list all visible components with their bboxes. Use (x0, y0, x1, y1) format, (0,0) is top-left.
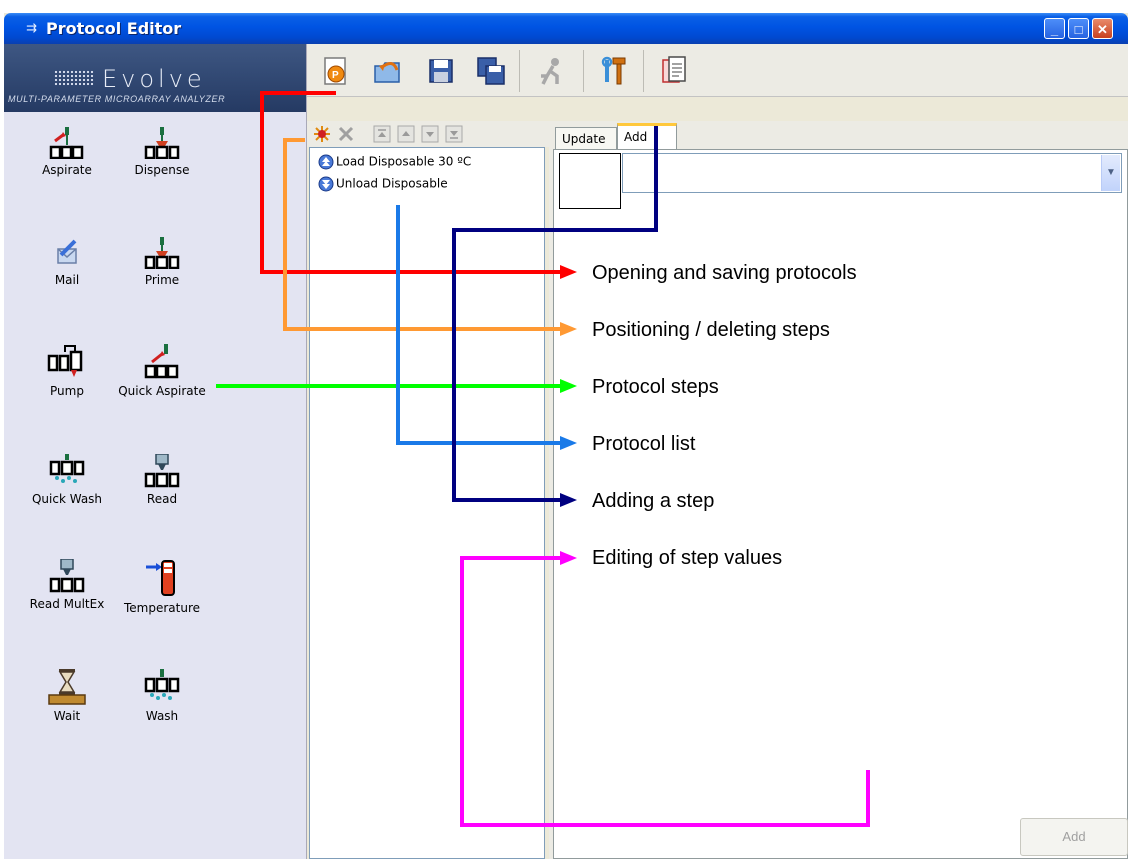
settings-tools-icon[interactable] (597, 54, 631, 88)
add-button[interactable]: Add (1020, 818, 1128, 856)
close-button[interactable]: ✕ (1092, 18, 1113, 39)
report-icon[interactable] (657, 54, 691, 88)
tool-label: Wait (53, 709, 81, 723)
move-bottom-icon[interactable] (445, 125, 463, 143)
list-item-label: Unload Disposable (336, 176, 448, 191)
brand-subtitle: MULTI-PARAMETER MICROARRAY ANALYZER (8, 94, 226, 104)
list-item[interactable]: Load Disposable 30 ºC (318, 154, 471, 172)
tool-quick-wash[interactable]: Quick Wash (17, 454, 117, 506)
callout-protocol-steps: Protocol steps (592, 376, 719, 398)
tools-sidebar: Evolve MULTI-PARAMETER MICROARRAY ANALYZ… (4, 44, 307, 859)
new-protocol-icon[interactable]: P (319, 54, 353, 88)
brand-name: Evolve (102, 65, 206, 93)
tool-label: Dispense (134, 163, 190, 177)
tool-prime[interactable]: Prime (112, 237, 212, 287)
callout-positioning-deleting: Positioning / deleting steps (592, 319, 830, 341)
callout-protocol-list: Protocol list (592, 433, 696, 455)
tool-label: Pump (50, 384, 84, 398)
wait-icon (48, 669, 86, 705)
tool-label: Read (146, 492, 178, 506)
tool-label: Quick Wash (31, 492, 103, 506)
tool-quick-aspirate[interactable]: Quick Aspirate (112, 344, 212, 398)
prime-icon (144, 237, 180, 269)
main-toolbar: P (307, 44, 1128, 97)
toolbar-separator (583, 50, 584, 92)
list-item-label: Load Disposable 30 ºC (336, 154, 472, 169)
wash-icon (144, 669, 180, 700)
app-icon: ⇉ (26, 21, 37, 36)
save-icon[interactable] (424, 54, 458, 88)
move-top-icon[interactable] (373, 125, 391, 143)
read-icon (144, 454, 180, 488)
unload-icon (318, 176, 334, 192)
tool-label: Read MultEx (29, 597, 105, 611)
move-up-icon[interactable] (397, 125, 415, 143)
open-protocol-icon[interactable] (371, 54, 405, 88)
tool-wash[interactable]: Wash (112, 669, 212, 723)
tool-read-multex[interactable]: Read MultEx (17, 559, 117, 611)
tool-label: Prime (144, 273, 180, 287)
quick-aspirate-icon (144, 344, 179, 379)
tool-dispense[interactable]: Dispense (112, 127, 212, 177)
dispense-icon (144, 127, 180, 159)
tool-label: Wash (145, 709, 179, 723)
load-icon (318, 154, 334, 170)
protocol-list[interactable]: Load Disposable 30 ºC Unload Disposable (309, 147, 545, 859)
temperature-icon (146, 560, 175, 596)
aspirate-icon (49, 127, 84, 159)
move-down-icon[interactable] (421, 125, 439, 143)
brand-banner: Evolve MULTI-PARAMETER MICROARRAY ANALYZ… (4, 44, 306, 112)
tool-temperature[interactable]: Temperature (112, 559, 212, 615)
tab-update[interactable]: Update (555, 127, 617, 149)
delete-step-icon[interactable] (337, 125, 355, 143)
tool-pump[interactable]: Pump (17, 344, 117, 398)
callout-adding-step: Adding a step (592, 490, 715, 512)
tool-label: Quick Aspirate (118, 384, 206, 398)
tab-add[interactable]: Add (617, 123, 677, 149)
mail-icon (57, 239, 77, 264)
tool-aspirate[interactable]: Aspirate (17, 127, 117, 177)
title-bar[interactable]: ⇉ Protocol Editor _ □ ✕ (4, 13, 1128, 44)
chevron-down-icon[interactable]: ▼ (1101, 155, 1120, 191)
tool-label: Mail (54, 273, 80, 287)
svg-text:P: P (332, 70, 339, 81)
step-type-select[interactable]: ▼ (622, 153, 1122, 193)
brand-logo-icon (54, 70, 94, 86)
tool-label: Aspirate (42, 163, 92, 177)
new-step-icon[interactable] (313, 125, 331, 143)
step-preview (559, 153, 621, 209)
tool-wait[interactable]: Wait (17, 669, 117, 723)
pump-icon (47, 345, 83, 377)
callout-opening-saving: Opening and saving protocols (592, 262, 857, 284)
callout-editing-values: Editing of step values (592, 547, 783, 569)
run-protocol-icon[interactable] (535, 54, 569, 88)
tool-label: Temperature (123, 601, 200, 615)
tool-read[interactable]: Read (112, 454, 212, 506)
toolbar-separator (519, 50, 520, 92)
quick-wash-icon (49, 454, 85, 483)
read-multex-icon (49, 559, 85, 593)
maximize-button[interactable]: □ (1068, 18, 1089, 39)
window-title: Protocol Editor (46, 19, 182, 38)
tool-mail[interactable]: Mail (17, 237, 117, 287)
steps-toolbar (307, 121, 549, 147)
minimize-button[interactable]: _ (1044, 18, 1065, 39)
protocol-editor-window: ⇉ Protocol Editor _ □ ✕ Evolve MULTI-PAR… (4, 13, 1128, 859)
list-item[interactable]: Unload Disposable (318, 176, 448, 194)
toolbar-separator (643, 50, 644, 92)
save-all-icon[interactable] (474, 54, 508, 88)
